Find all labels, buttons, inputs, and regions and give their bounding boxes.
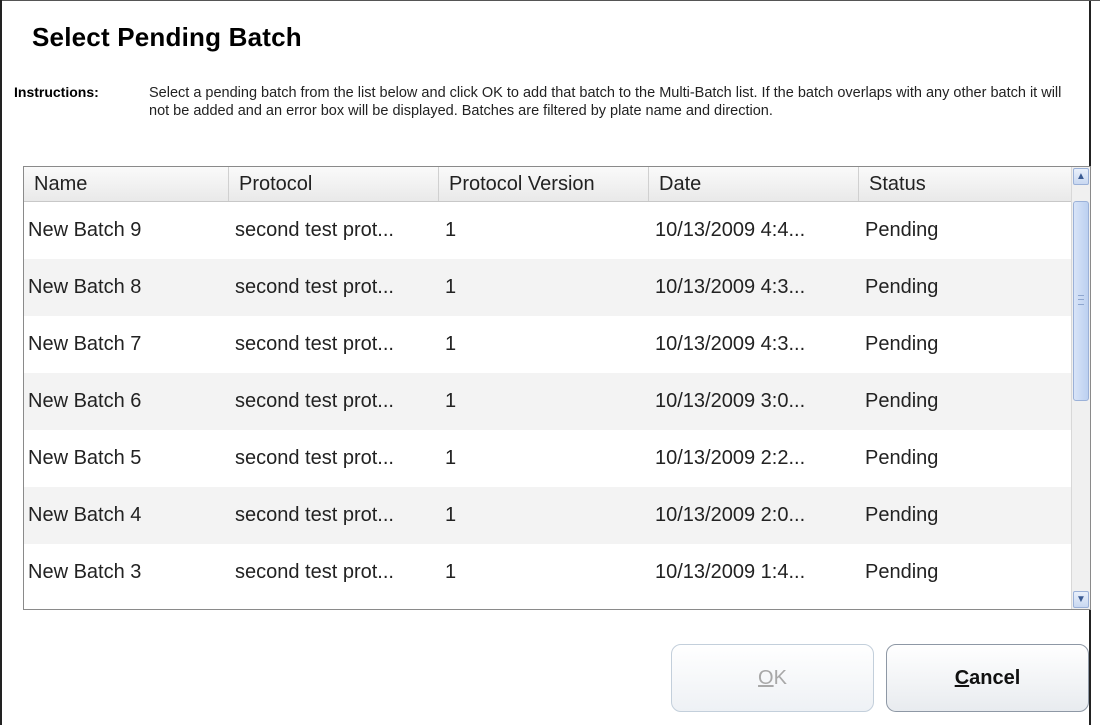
cell-date: 10/13/2009 2:2... [655, 447, 806, 469]
cell-protocol: second test prot... [235, 561, 394, 583]
cell-protocol: second test prot... [235, 390, 394, 412]
table-row[interactable]: New Batch 9 second test prot... 1 10/13/… [24, 202, 1072, 259]
cell-protocol: second test prot... [235, 276, 394, 298]
cancel-label-rest: ancel [969, 667, 1021, 689]
cell-protocol: second test prot... [235, 333, 394, 355]
cancel-button[interactable]: Cancel [886, 644, 1089, 712]
table-row[interactable]: New Batch 3 second test prot... 1 10/13/… [24, 544, 1072, 601]
column-header-status[interactable]: Status [859, 167, 1072, 201]
ok-mnemonic: O [758, 667, 774, 689]
cell-protocol-version: 1 [445, 561, 457, 583]
cell-name: New Batch 9 [28, 219, 142, 241]
cell-name: New Batch 4 [28, 504, 142, 526]
cell-name: New Batch 6 [28, 390, 142, 412]
cell-name: New Batch 5 [28, 447, 142, 469]
cell-status: Pending [865, 504, 939, 526]
cell-status: Pending [865, 561, 939, 583]
chevron-up-icon[interactable]: ▲ [1073, 168, 1089, 185]
column-header-protocol-version[interactable]: Protocol Version [439, 167, 649, 201]
column-header-date[interactable]: Date [649, 167, 859, 201]
cell-protocol: second test prot... [235, 447, 394, 469]
pending-batch-grid[interactable]: Name Protocol Protocol Version Date Stat… [23, 166, 1091, 610]
cell-protocol-version: 1 [445, 390, 457, 412]
title-bar-edge [2, 0, 1100, 1]
cell-protocol-version: 1 [445, 333, 457, 355]
instructions-label: Instructions: [14, 84, 99, 100]
grid-rows: New Batch 9 second test prot... 1 10/13/… [24, 202, 1072, 601]
cell-protocol-version: 1 [445, 504, 457, 526]
grid-header: Name Protocol Protocol Version Date Stat… [24, 167, 1072, 202]
cell-date: 10/13/2009 3:0... [655, 390, 806, 412]
scrollbar-thumb[interactable] [1073, 201, 1089, 401]
vertical-scrollbar[interactable]: ▲ ▼ [1071, 167, 1090, 609]
cell-name: New Batch 7 [28, 333, 142, 355]
cell-date: 10/13/2009 4:3... [655, 333, 806, 355]
cell-date: 10/13/2009 2:0... [655, 504, 806, 526]
cell-status: Pending [865, 219, 939, 241]
cell-name: New Batch 3 [28, 561, 142, 583]
cell-protocol-version: 1 [445, 447, 457, 469]
instructions-text: Select a pending batch from the list bel… [149, 85, 1062, 119]
dialog-title: Select Pending Batch [32, 22, 302, 52]
cell-status: Pending [865, 333, 939, 355]
cell-date: 10/13/2009 4:4... [655, 219, 806, 241]
cell-date: 10/13/2009 1:4... [655, 561, 806, 583]
table-row[interactable]: New Batch 8 second test prot... 1 10/13/… [24, 259, 1072, 316]
cancel-mnemonic: C [954, 667, 970, 689]
column-header-name[interactable]: Name [24, 167, 229, 201]
cell-date: 10/13/2009 4:3... [655, 276, 806, 298]
cell-status: Pending [865, 276, 939, 298]
table-row[interactable]: New Batch 5 second test prot... 1 10/13/… [24, 430, 1072, 487]
cell-protocol: second test prot... [235, 504, 394, 526]
cell-status: Pending [865, 390, 939, 412]
cell-protocol: second test prot... [235, 219, 394, 241]
ok-label-rest: K [773, 667, 787, 689]
cell-protocol-version: 1 [445, 276, 457, 298]
cell-name: New Batch 8 [28, 276, 142, 298]
ok-button[interactable]: OK [671, 644, 874, 712]
chevron-down-icon[interactable]: ▼ [1073, 591, 1089, 608]
table-row[interactable]: New Batch 7 second test prot... 1 10/13/… [24, 316, 1072, 373]
table-row[interactable]: New Batch 6 second test prot... 1 10/13/… [24, 373, 1072, 430]
select-pending-batch-dialog: Select Pending Batch Instructions: Selec… [0, 0, 1100, 725]
table-row[interactable]: New Batch 4 second test prot... 1 10/13/… [24, 487, 1072, 544]
cell-status: Pending [865, 447, 939, 469]
column-header-protocol[interactable]: Protocol [229, 167, 439, 201]
cell-protocol-version: 1 [445, 219, 457, 241]
grip-icon [1078, 295, 1084, 305]
